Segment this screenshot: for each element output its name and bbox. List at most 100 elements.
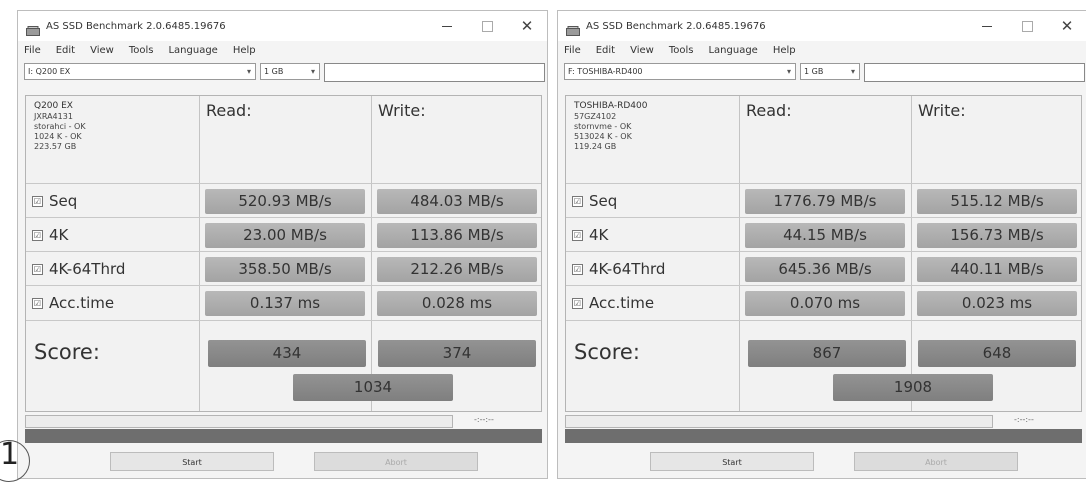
start-button[interactable]: Start — [110, 452, 274, 471]
menu-tools[interactable]: Tools — [669, 42, 694, 60]
drive-select[interactable]: F: TOSHIBA-RD400 ▾ — [564, 63, 796, 80]
score-read: 434 — [208, 340, 366, 367]
menu-bar: File Edit View Tools Language Help — [24, 42, 271, 60]
progress-bar — [25, 415, 453, 428]
minimize-icon — [442, 25, 452, 27]
menu-file[interactable]: File — [564, 42, 581, 60]
drive-select[interactable]: I: Q200 EX ▾ — [24, 63, 256, 80]
4k64-write-value: 212.26 MB/s — [377, 257, 537, 282]
size-select-value: 1 GB — [804, 67, 824, 76]
abort-button[interactable]: Abort — [854, 452, 1018, 471]
row-divider — [26, 320, 541, 321]
checkbox-icon[interactable]: ☑ — [572, 229, 583, 241]
row-divider — [566, 217, 1081, 218]
maximize-button[interactable] — [1007, 11, 1047, 41]
menu-language[interactable]: Language — [168, 42, 217, 60]
checkbox-icon[interactable]: ☑ — [32, 297, 43, 309]
drive-select-value: I: Q200 EX — [28, 67, 71, 76]
read-header: Read: — [746, 101, 792, 120]
row-label-acc-time[interactable]: ☑ Acc.time — [32, 286, 114, 320]
4k64-read-value: 358.50 MB/s — [205, 257, 365, 282]
seq-read-value: 1776.79 MB/s — [745, 189, 905, 214]
minimize-button[interactable] — [427, 11, 467, 41]
4k64-read-value: 645.36 MB/s — [745, 257, 905, 282]
drive-driver: storahci - OK — [34, 122, 86, 131]
drive-alignment: 513024 K - OK — [574, 132, 632, 141]
drive-name: TOSHIBA-RD400 — [574, 101, 648, 111]
abort-button[interactable]: Abort — [314, 452, 478, 471]
drive-alignment: 1024 K - OK — [34, 132, 82, 141]
maximize-icon — [481, 20, 493, 32]
chevron-down-icon: ▾ — [786, 67, 791, 76]
menu-edit[interactable]: Edit — [596, 42, 615, 60]
write-header: Write: — [378, 101, 426, 120]
menu-tools[interactable]: Tools — [129, 42, 154, 60]
menu-view[interactable]: View — [630, 42, 654, 60]
write-header: Write: — [918, 101, 966, 120]
title-bar[interactable]: AS SSD Benchmark 2.0.6485.19676 ✕ — [558, 11, 1086, 41]
checkbox-icon[interactable]: ☑ — [572, 263, 583, 275]
progress-time: -:--:-- — [474, 415, 494, 424]
4k64-write-value: 440.11 MB/s — [917, 257, 1077, 282]
minimize-icon — [982, 25, 992, 27]
checkbox-icon[interactable]: ☑ — [32, 229, 43, 241]
benchmark-window-right: AS SSD Benchmark 2.0.6485.19676 ✕ File E… — [557, 10, 1086, 479]
4k-read-value: 44.15 MB/s — [745, 223, 905, 248]
row-divider — [566, 320, 1081, 321]
row-label-4k-64thrd[interactable]: ☑ 4K-64Thrd — [572, 252, 665, 286]
app-drive-icon — [26, 21, 40, 36]
size-select[interactable]: 1 GB ▾ — [260, 63, 320, 80]
row-label-4k[interactable]: ☑ 4K — [32, 218, 68, 252]
drive-capacity: 119.24 GB — [574, 142, 617, 151]
size-select-value: 1 GB — [264, 67, 284, 76]
figure-marker: 1 — [0, 437, 20, 472]
checkbox-icon[interactable]: ☑ — [572, 297, 583, 309]
start-button[interactable]: Start — [650, 452, 814, 471]
4k-write-value: 113.86 MB/s — [377, 223, 537, 248]
checkbox-icon[interactable]: ☑ — [32, 263, 43, 275]
window-title: AS SSD Benchmark 2.0.6485.19676 — [586, 20, 766, 32]
close-button[interactable]: ✕ — [1047, 11, 1086, 41]
checkbox-icon[interactable]: ☑ — [32, 195, 43, 207]
checkbox-icon[interactable]: ☑ — [572, 195, 583, 207]
column-divider — [371, 96, 372, 411]
score-read: 867 — [748, 340, 906, 367]
notes-input[interactable] — [324, 63, 545, 82]
drive-info: TOSHIBA-RD400 57GZ4102 stornvme - OK 513… — [574, 101, 647, 152]
drive-select-value: F: TOSHIBA-RD400 — [568, 67, 643, 76]
status-strip — [565, 429, 1082, 443]
drive-capacity: 223.57 GB — [34, 142, 77, 151]
minimize-button[interactable] — [967, 11, 1007, 41]
acc-read-value: 0.070 ms — [745, 291, 905, 316]
menu-file[interactable]: File — [24, 42, 41, 60]
menu-language[interactable]: Language — [708, 42, 757, 60]
seq-write-value: 484.03 MB/s — [377, 189, 537, 214]
size-select[interactable]: 1 GB ▾ — [800, 63, 860, 80]
column-divider — [911, 96, 912, 411]
4k-write-value: 156.73 MB/s — [917, 223, 1077, 248]
row-label-seq[interactable]: ☑ Seq — [572, 184, 617, 218]
chevron-down-icon: ▾ — [850, 67, 855, 76]
menu-view[interactable]: View — [90, 42, 114, 60]
drive-firmware: JXRA4131 — [34, 112, 73, 121]
row-label-4k[interactable]: ☑ 4K — [572, 218, 608, 252]
maximize-button[interactable] — [467, 11, 507, 41]
row-label-acc-time[interactable]: ☑ Acc.time — [572, 286, 654, 320]
benchmark-window-left: AS SSD Benchmark 2.0.6485.19676 ✕ File E… — [17, 10, 548, 479]
notes-input[interactable] — [864, 63, 1085, 82]
read-header: Read: — [206, 101, 252, 120]
close-icon: ✕ — [520, 17, 534, 35]
close-button[interactable]: ✕ — [507, 11, 547, 41]
title-bar[interactable]: AS SSD Benchmark 2.0.6485.19676 ✕ — [18, 11, 547, 41]
seq-write-value: 515.12 MB/s — [917, 189, 1077, 214]
menu-help[interactable]: Help — [233, 42, 256, 60]
row-label-seq[interactable]: ☑ Seq — [32, 184, 77, 218]
drive-name: Q200 EX — [34, 101, 73, 111]
menu-help[interactable]: Help — [773, 42, 796, 60]
menu-edit[interactable]: Edit — [56, 42, 75, 60]
close-icon: ✕ — [1060, 17, 1074, 35]
row-label-4k-64thrd[interactable]: ☑ 4K-64Thrd — [32, 252, 125, 286]
chevron-down-icon: ▾ — [246, 67, 251, 76]
row-divider — [26, 183, 541, 184]
acc-write-value: 0.028 ms — [377, 291, 537, 316]
